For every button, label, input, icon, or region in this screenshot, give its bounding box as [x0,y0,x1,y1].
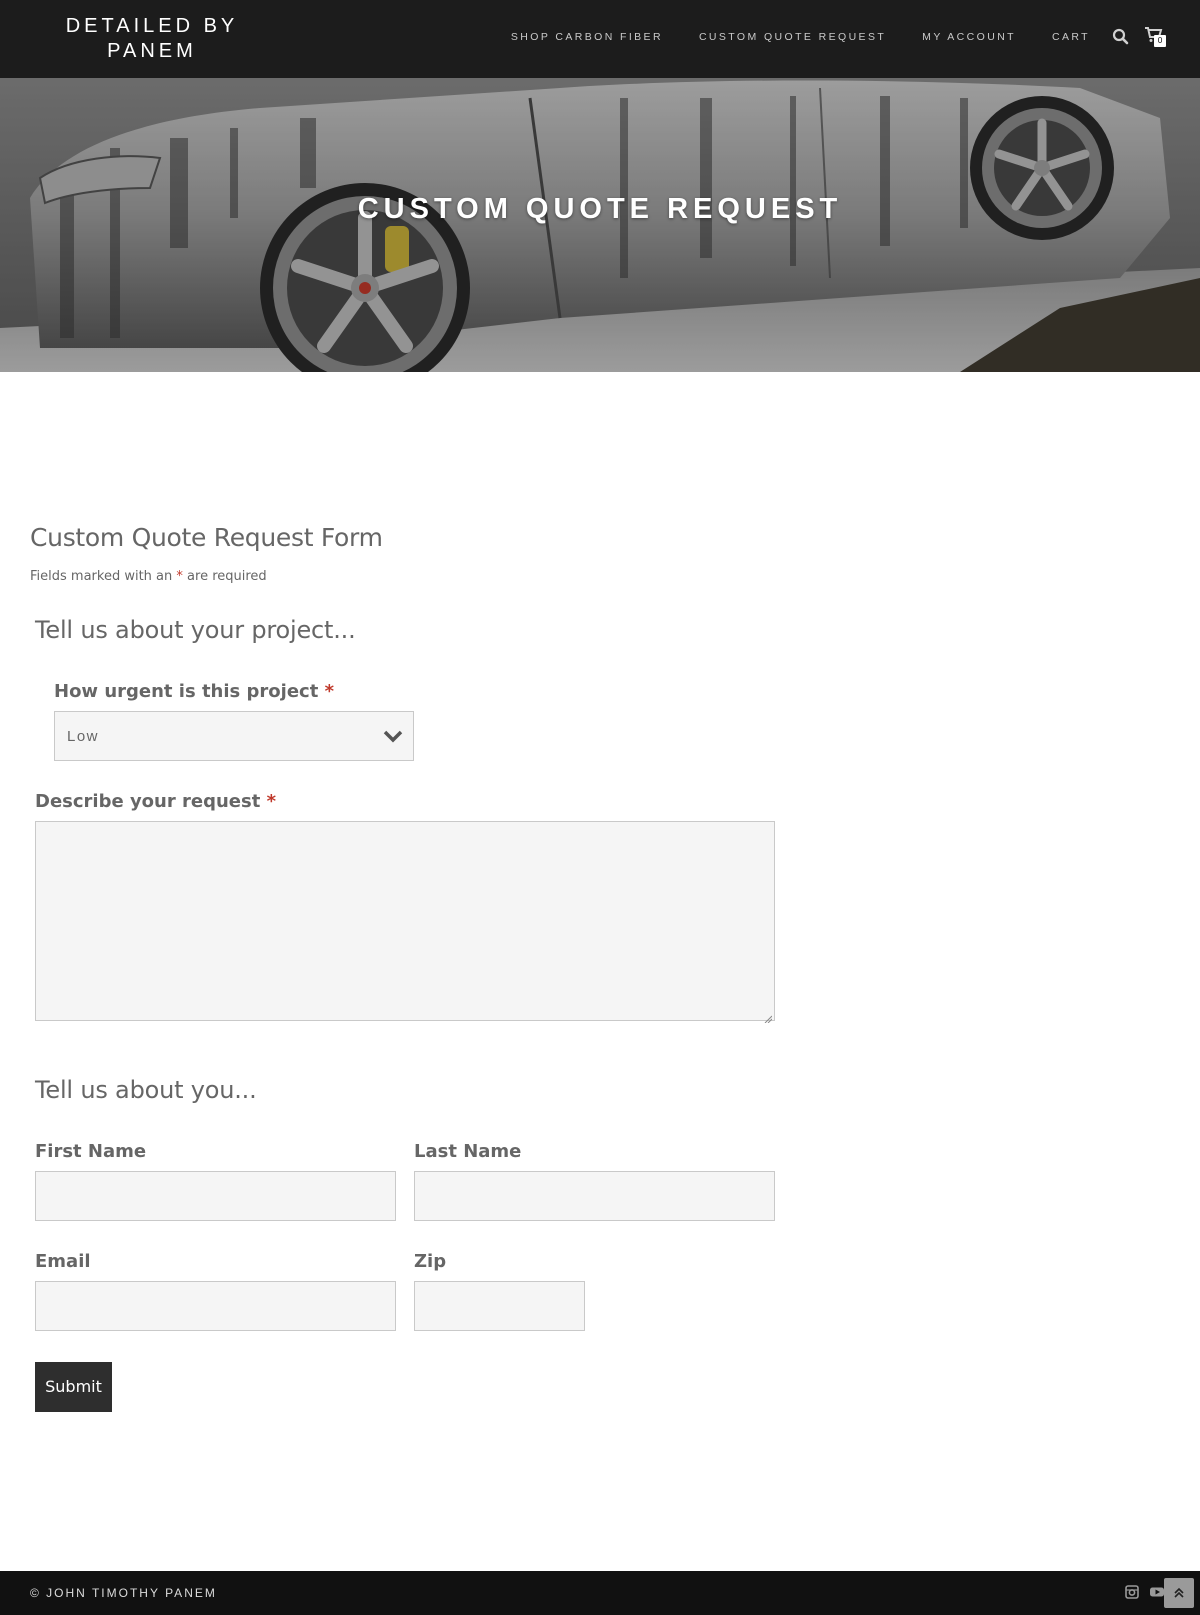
required-fields-note: Fields marked with an * are required [30,569,267,584]
page-title: CUSTOM QUOTE REQUEST [357,193,843,225]
resize-handle-icon[interactable] [764,1010,773,1024]
required-asterisk: * [324,681,334,702]
required-note-prefix: Fields marked with an [30,569,173,584]
first-name-field[interactable] [35,1171,396,1221]
urgency-select-value: Low [67,728,100,745]
zip-label: Zip [414,1251,447,1272]
cart-count-badge: 0 [1154,35,1166,47]
zip-field[interactable] [414,1281,585,1331]
last-name-field[interactable] [414,1171,775,1221]
nav-custom-quote-request[interactable]: CUSTOM QUOTE REQUEST [699,31,886,43]
site-footer: © JOHN TIMOTHY PANEM [0,1571,1200,1615]
back-to-top-button[interactable] [1164,1578,1194,1608]
required-asterisk: * [266,791,277,812]
required-asterisk: * [176,569,183,584]
instagram-icon[interactable] [1124,1584,1140,1600]
description-label-text: Describe your request [35,791,261,812]
section-heading-project: Tell us about your project... [35,616,356,644]
main-nav: SHOP CARBON FIBER CUSTOM QUOTE REQUEST M… [475,31,1090,43]
first-name-label: First Name [35,1141,147,1162]
site-header: DETAILED BY PANEM SHOP CARBON FIBER CUST… [0,0,1200,78]
urgency-select[interactable]: Low [54,711,414,761]
youtube-icon[interactable] [1149,1584,1165,1600]
site-logo[interactable]: DETAILED BY PANEM [62,14,242,64]
section-heading-you: Tell us about you... [35,1076,257,1104]
nav-shop-carbon-fiber[interactable]: SHOP CARBON FIBER [511,31,663,43]
required-note-suffix: are required [187,569,267,584]
urgency-label-text: How urgent is this project [54,681,319,702]
description-textarea[interactable] [35,821,775,1024]
double-chevron-up-icon [1164,1587,1194,1612]
last-name-label: Last Name [414,1141,522,1162]
email-label: Email [35,1251,91,1272]
cart-button[interactable]: 0 [1145,27,1169,49]
copyright-text: © JOHN TIMOTHY PANEM [30,1586,217,1600]
chevron-down-icon [383,728,403,744]
hero-banner: CUSTOM QUOTE REQUEST [0,78,1200,372]
description-label: Describe your request * [35,791,276,812]
submit-button[interactable]: Submit [35,1362,112,1412]
email-field[interactable] [35,1281,396,1331]
urgency-label: How urgent is this project * [54,681,334,702]
form-title: Custom Quote Request Form [30,523,383,552]
search-icon[interactable] [1112,28,1130,46]
nav-my-account[interactable]: MY ACCOUNT [922,31,1016,43]
nav-cart[interactable]: CART [1052,31,1090,43]
